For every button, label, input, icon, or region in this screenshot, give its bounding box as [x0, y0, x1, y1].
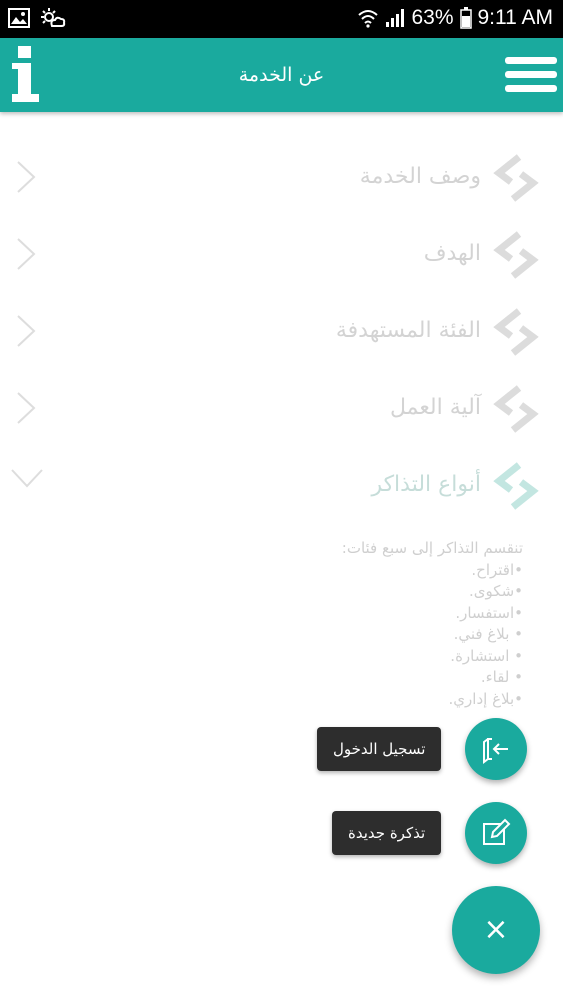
brand-logo-icon	[493, 231, 539, 279]
brand-logo-icon	[493, 385, 539, 433]
ticket-type-line: •اقتراح.	[471, 560, 523, 579]
list-item-label: وصف الخدمة	[359, 164, 481, 189]
weather-notification-icon	[41, 8, 66, 27]
ticket-types-intro: تنقسم التذاكر إلى سبع فئات:	[341, 539, 523, 557]
brand-logo-icon	[493, 154, 539, 202]
list-item-goal[interactable]: الهدف	[0, 223, 563, 299]
close-icon: ×	[483, 912, 509, 947]
ticket-type-line: • بلاغ فني.	[453, 625, 523, 643]
list-item-target-group[interactable]: الفئة المستهدفة	[0, 300, 563, 376]
new-ticket-label[interactable]: تذكرة جديدة	[332, 811, 442, 855]
list-item-service-description[interactable]: وصف الخدمة	[0, 146, 563, 222]
login-button[interactable]	[465, 718, 527, 780]
login-icon	[483, 738, 508, 764]
ticket-type-line: •شكوى.	[469, 582, 523, 600]
battery-icon	[459, 7, 472, 29]
chevron-right-icon	[17, 238, 36, 270]
list-item-label: آلية العمل	[389, 395, 481, 420]
ticket-type-line: •استفسار.	[455, 603, 523, 622]
list-item-label: الفئة المستهدفة	[335, 318, 481, 343]
edit-icon	[483, 818, 511, 845]
brand-logo-icon	[493, 462, 539, 510]
wifi-icon	[358, 10, 379, 28]
ticket-type-line: • لقاء.	[480, 668, 523, 686]
ticket-type-line: • استشارة.	[450, 646, 523, 665]
brand-logo-icon	[493, 308, 539, 356]
page-title: عن الخدمة	[238, 64, 325, 86]
ticket-type-line: •بلاغ إداري.	[448, 689, 523, 708]
clock: 9:11 AM	[477, 6, 554, 29]
login-label[interactable]: تسجيل الدخول	[317, 727, 442, 771]
close-fab-button[interactable]: ×	[452, 886, 540, 974]
status-bar: 63% 9:11 AM	[0, 0, 563, 38]
new-ticket-button[interactable]	[465, 802, 527, 864]
battery-percentage: 63%	[411, 6, 454, 29]
list-item-work-mechanism[interactable]: آلية العمل	[0, 377, 563, 453]
chevron-right-icon	[17, 315, 36, 347]
signal-icon	[386, 9, 405, 27]
chevron-right-icon	[17, 161, 36, 193]
hamburger-menu-icon[interactable]	[505, 57, 557, 93]
ticket-types-description: تنقسم التذاكر إلى سبع فئات: •اقتراح. •شك…	[223, 538, 523, 710]
chevron-down-icon	[11, 469, 43, 488]
list-item-label: الهدف	[423, 241, 481, 266]
list-item-label: أنواع التذاكر	[371, 472, 481, 497]
list-item-ticket-types[interactable]: أنواع التذاكر	[0, 454, 563, 530]
chevron-right-icon	[17, 392, 36, 424]
gallery-notification-icon	[8, 8, 30, 28]
app-bar: عن الخدمة	[0, 38, 563, 112]
